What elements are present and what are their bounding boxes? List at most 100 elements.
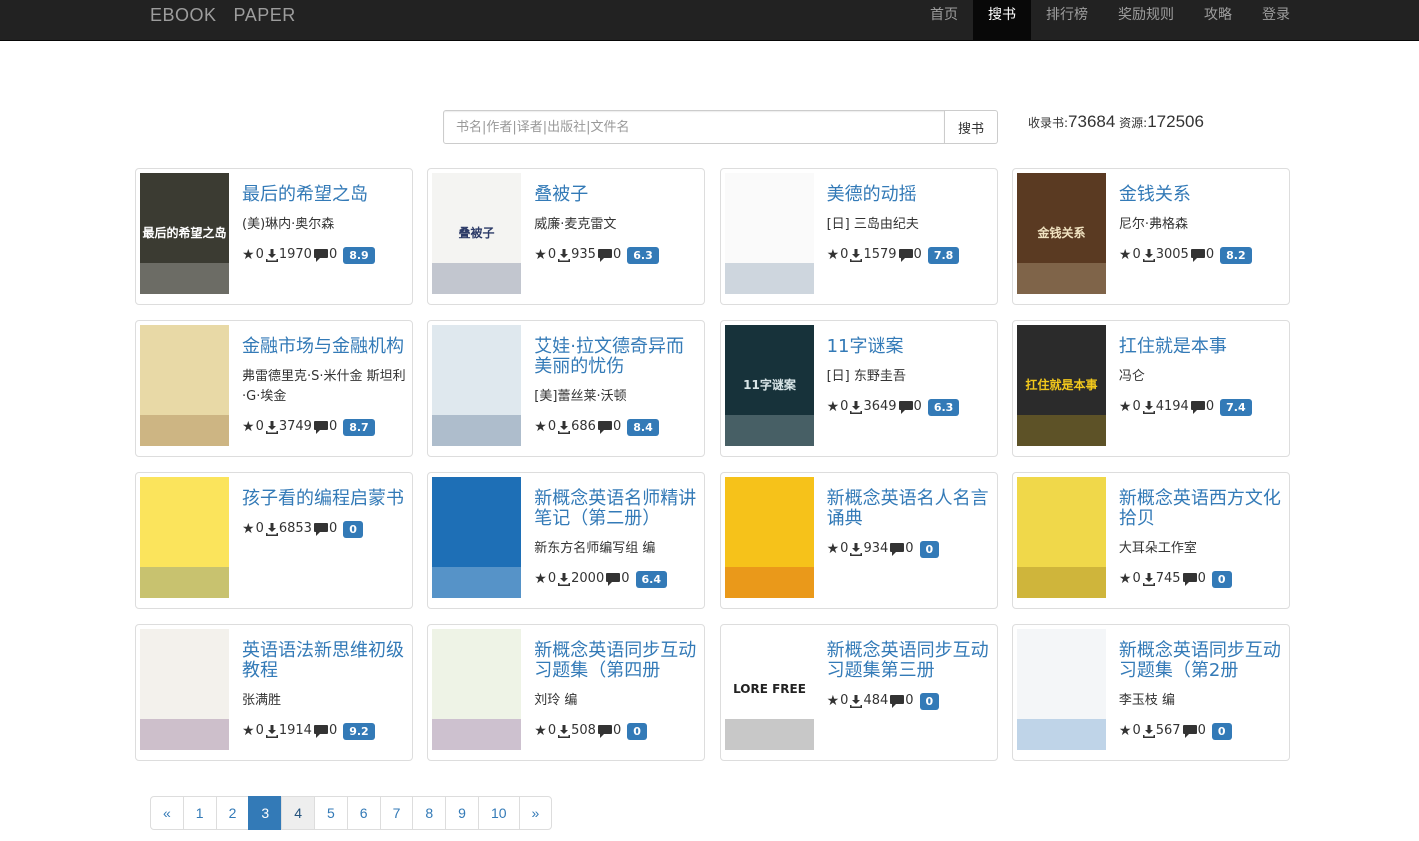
download-count: 508	[571, 723, 596, 738]
book-title[interactable]: 最后的希望之岛	[242, 185, 408, 205]
page-8[interactable]: 8	[412, 796, 447, 830]
book-cover[interactable]	[1016, 477, 1106, 598]
book-cover[interactable]	[724, 477, 814, 598]
comment-count: 0	[913, 399, 922, 414]
book-card: 艾娃·拉文德奇异而美丽的忧伤 [美]蕾丝莱·沃顿 ★ 0 686 0 8.4	[427, 320, 706, 457]
page-7[interactable]: 7	[379, 796, 414, 830]
page-next[interactable]: »	[518, 796, 553, 830]
book-title[interactable]: 孩子看的编程启蒙书	[242, 489, 408, 509]
download-icon	[265, 522, 278, 536]
book-cover[interactable]	[1016, 629, 1106, 750]
nav-item-reward-rules[interactable]: 奖励规则	[1103, 0, 1189, 40]
book-cover[interactable]	[140, 629, 229, 750]
download-icon	[558, 420, 571, 434]
download-count: 1579	[863, 247, 897, 262]
search-input[interactable]	[443, 110, 945, 144]
comment-icon	[313, 522, 328, 536]
book-cover-image: 扛住就是本事	[1016, 325, 1106, 446]
page-1[interactable]: 1	[182, 796, 217, 830]
download-count: 2000	[571, 571, 605, 586]
nav-item-search-books[interactable]: 搜书	[973, 0, 1031, 40]
book-stats: ★ 0 3649 0 6.3	[827, 397, 993, 417]
book-title[interactable]: 英语语法新思维初级教程	[242, 641, 408, 681]
score-badge: 6.3	[627, 246, 659, 264]
star-icon: ★	[242, 521, 255, 537]
book-card: 新概念英语名师精讲笔记（第二册） 新东方名师编写组 编 ★ 0 2000 0 6.…	[427, 472, 706, 609]
book-cover-image	[1016, 629, 1106, 750]
book-title[interactable]: 11字谜案	[827, 337, 993, 357]
page-9[interactable]: 9	[445, 796, 479, 830]
book-title[interactable]: 金融市场与金融机构	[242, 337, 408, 357]
book-title[interactable]: 新概念英语名人名言诵典	[827, 489, 993, 529]
search-button[interactable]: 搜书	[945, 110, 998, 144]
book-cover[interactable]	[724, 173, 814, 294]
book-title[interactable]: 新概念英语同步互动习题集（第2册	[1119, 641, 1285, 681]
download-icon	[265, 420, 278, 434]
download-icon	[1142, 400, 1155, 414]
brand-logo[interactable]: EBOOK PAPER	[150, 3, 313, 27]
books-count: 73684	[1068, 112, 1116, 131]
book-author: [日] 三岛由纪夫	[826, 217, 919, 232]
score-badge: 0	[627, 722, 647, 740]
comment-icon	[597, 248, 612, 262]
book-title[interactable]: 新概念英语西方文化拾贝	[1119, 489, 1285, 529]
score-badge: 0	[343, 520, 363, 538]
page-3[interactable]: 3	[248, 796, 283, 830]
book-cover[interactable]: 扛住就是本事	[1016, 325, 1106, 446]
book-title[interactable]: 美德的动摇	[827, 185, 993, 205]
star-count: 0	[255, 521, 264, 536]
book-cover-image: 叠被子	[432, 173, 522, 294]
book-cover[interactable]	[432, 325, 522, 446]
score-badge: 7.4	[1220, 398, 1252, 416]
book-cover[interactable]	[140, 477, 229, 598]
download-count: 3649	[863, 399, 897, 414]
book-cover[interactable]: 金钱关系	[1016, 173, 1106, 294]
nav-item-guide[interactable]: 攻略	[1189, 0, 1247, 40]
page-5[interactable]: 5	[313, 796, 348, 830]
book-author: 新东方名师编写组 编	[534, 541, 656, 556]
download-count: 3749	[278, 419, 312, 434]
page-2[interactable]: 2	[215, 796, 250, 830]
book-cover[interactable]	[432, 477, 522, 598]
book-cover[interactable]: 11字谜案	[724, 325, 814, 446]
book-title[interactable]: 新概念英语同步互动习题集（第四册	[534, 641, 700, 681]
book-cover-image: 最后的希望之岛	[140, 173, 229, 294]
score-badge: 7.8	[927, 246, 960, 264]
book-card: 11字谜案 11字谜案 [日] 东野圭吾 ★ 0 3649 0 6.3	[719, 320, 998, 457]
nav-item-home[interactable]: 首页	[915, 0, 973, 40]
book-card: 新概念英语同步互动习题集（第四册 刘玲 编 ★ 0 508 0 0	[427, 624, 706, 761]
book-author: 刘玲 编	[534, 693, 578, 708]
download-count: 4194	[1155, 399, 1189, 414]
book-cover[interactable]	[432, 629, 522, 750]
book-card: 新概念英语同步互动习题集（第2册 李玉枝 编 ★ 0 567 0 0	[1011, 624, 1290, 761]
page-4[interactable]: 4	[281, 796, 315, 830]
book-cover[interactable]	[140, 325, 229, 446]
nav-item-ranking[interactable]: 排行榜	[1031, 0, 1103, 40]
page-10[interactable]: 10	[477, 796, 520, 830]
book-card: 最后的希望之岛 最后的希望之岛 (美)琳内·奥尔森 ★ 0 1970 0 8.9	[135, 168, 413, 305]
book-card: 叠被子 叠被子 威廉·麦克雷文 ★ 0 935 0 6.3	[427, 168, 706, 305]
download-icon	[850, 248, 863, 262]
comment-icon	[1190, 248, 1205, 262]
book-title[interactable]: 新概念英语名师精讲笔记（第二册）	[534, 489, 700, 529]
book-cover[interactable]: LORE FREE	[724, 629, 814, 750]
book-card: 美德的动摇 [日] 三岛由纪夫 ★ 0 1579 0 7.8	[719, 168, 998, 305]
book-title[interactable]: 扛住就是本事	[1119, 337, 1285, 357]
page-6[interactable]: 6	[346, 796, 381, 830]
star-count: 0	[840, 541, 849, 556]
book-cover[interactable]: 叠被子	[432, 173, 522, 294]
comment-icon	[597, 724, 612, 738]
book-cover[interactable]: 最后的希望之岛	[140, 173, 229, 294]
book-title[interactable]: 叠被子	[534, 185, 700, 205]
star-count: 0	[1132, 247, 1141, 262]
download-count: 6853	[278, 521, 312, 536]
book-stats: ★ 0 1579 0 7.8	[827, 245, 993, 265]
nav-item-login[interactable]: 登录	[1247, 0, 1305, 40]
book-title[interactable]: 艾娃·拉文德奇异而美丽的忧伤	[534, 337, 700, 377]
star-count: 0	[1132, 399, 1141, 414]
book-title[interactable]: 金钱关系	[1119, 185, 1285, 205]
page-prev[interactable]: «	[150, 796, 184, 830]
star-count: 0	[840, 247, 849, 262]
book-title[interactable]: 新概念英语同步互动习题集第三册	[827, 641, 993, 681]
book-author: (美)琳内·奥尔森	[242, 217, 335, 232]
